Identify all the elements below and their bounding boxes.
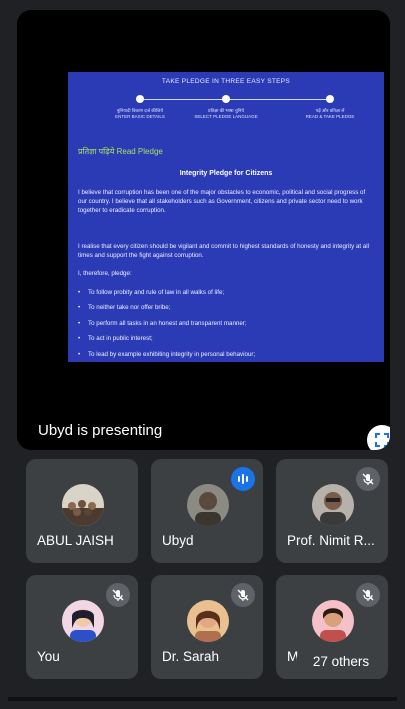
pledge-paragraph-1: I believe that corruption has been one o… xyxy=(78,189,366,215)
participant-name: Dr. Sarah xyxy=(162,649,220,664)
audio-level-icon xyxy=(238,474,248,484)
avatar xyxy=(312,484,354,526)
pledge-item: To act in public interest; xyxy=(78,336,374,343)
participant-tile[interactable]: Prof. Nimit R... xyxy=(276,459,388,563)
participant-tile[interactable]: Ubyd xyxy=(151,459,263,563)
steps-progress-line xyxy=(140,99,330,100)
mic-off-icon xyxy=(112,589,124,601)
mic-off-icon xyxy=(237,589,249,601)
muted-indicator xyxy=(356,583,380,607)
step-dot-1 xyxy=(136,95,144,103)
step-dot-2 xyxy=(222,95,230,103)
mic-off-icon xyxy=(362,589,374,601)
slide-banner: TAKE PLEDGE IN THREE EASY STEPS xyxy=(161,78,291,85)
avatar xyxy=(187,484,229,526)
participant-name: ABUL JAISH xyxy=(37,533,114,548)
pledge-item: To follow probity and rule of law in all… xyxy=(78,289,374,297)
muted-indicator xyxy=(231,583,255,607)
presentation-tile[interactable]: TAKE PLEDGE IN THREE EASY STEPS बुनियादी… xyxy=(17,10,390,450)
step-label-3: पढ़ें और प्रतिज्ञा लें READ & TAKE PLEDGE xyxy=(305,108,355,119)
step-label-2: प्रतिज्ञा की भाषा चुनिये SELECT PLEDGE LA… xyxy=(194,108,258,119)
pledge-title: Integrity Pledge for Citizens xyxy=(179,170,273,177)
pledge-item: To neither take nor offer bribe; xyxy=(78,305,374,312)
participant-name: Ubyd xyxy=(162,533,194,548)
participant-name: Prof. Nimit R... xyxy=(287,533,375,548)
home-bar xyxy=(8,697,397,701)
participant-tile[interactable]: ABUL JAISH xyxy=(26,459,138,563)
fullscreen-button[interactable] xyxy=(367,425,390,450)
pledge-paragraph-3: I, therefore, pledge: xyxy=(78,270,132,277)
avatar xyxy=(62,484,104,526)
pledge-list: To follow probity and rule of law in all… xyxy=(78,289,374,362)
speaking-indicator xyxy=(231,467,255,491)
pledge-item: To lead by example exhibiting integrity … xyxy=(78,351,374,359)
presenting-status: Ubyd is presenting xyxy=(38,422,163,439)
step-dot-3 xyxy=(326,95,334,103)
pledge-item: To perform all tasks in an honest and tr… xyxy=(78,320,374,328)
pledge-paragraph-2: I realise that every citizen should be v… xyxy=(78,243,369,260)
step-label-1: बुनियादी विवरण दर्ज कीजिये ENTER BASIC DE… xyxy=(115,108,165,119)
muted-indicator xyxy=(356,467,380,491)
participant-name: You xyxy=(37,649,60,664)
participant-tile[interactable]: You xyxy=(26,575,138,679)
avatar xyxy=(62,600,104,642)
others-button[interactable]: 27 others xyxy=(296,646,386,676)
avatar xyxy=(312,600,354,642)
shared-slide: TAKE PLEDGE IN THREE EASY STEPS बुनियादी… xyxy=(68,72,384,362)
mic-off-icon xyxy=(362,473,374,485)
participant-tile[interactable]: Dr. Sarah xyxy=(151,575,263,679)
read-pledge-heading: प्रतिज्ञा पढ़िये Read Pledge xyxy=(78,147,163,156)
muted-indicator xyxy=(106,583,130,607)
fullscreen-icon xyxy=(375,433,389,447)
avatar xyxy=(187,600,229,642)
